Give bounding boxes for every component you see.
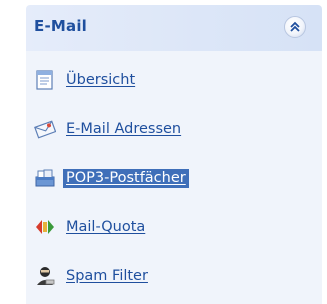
section-header: E-Mail <box>26 5 322 51</box>
nav-item-label: Übersicht <box>66 72 136 88</box>
section-title: E-Mail <box>34 17 88 35</box>
nav-item-uebersicht[interactable]: Übersicht <box>34 68 135 92</box>
envelope-icon <box>34 118 57 140</box>
double-chevron-up-icon <box>290 21 300 32</box>
nav-item-label: Spam Filter <box>66 268 148 284</box>
nav-item-mail-quota[interactable]: Mail-Quota <box>34 215 145 239</box>
email-panel: E-Mail Übersicht E-Mail Adressen POP3-Po… <box>0 0 327 304</box>
nav-item-label: E-Mail Adressen <box>66 121 182 137</box>
mailbox-icon <box>34 167 56 189</box>
nav-item-pop3-postfaecher[interactable]: POP3-Postfächer <box>34 166 189 190</box>
nav-item-label: POP3-Postfächer <box>63 168 189 188</box>
spam-filter-icon <box>34 265 56 287</box>
nav-item-email-adressen[interactable]: E-Mail Adressen <box>34 117 181 141</box>
nav-item-spam-filter[interactable]: Spam Filter <box>34 264 148 288</box>
quota-icon <box>34 216 56 238</box>
collapse-button[interactable] <box>284 16 306 38</box>
document-icon <box>34 69 56 91</box>
nav-item-label: Mail-Quota <box>66 219 146 235</box>
section-body: Übersicht E-Mail Adressen POP3-Postfäche… <box>26 51 322 304</box>
